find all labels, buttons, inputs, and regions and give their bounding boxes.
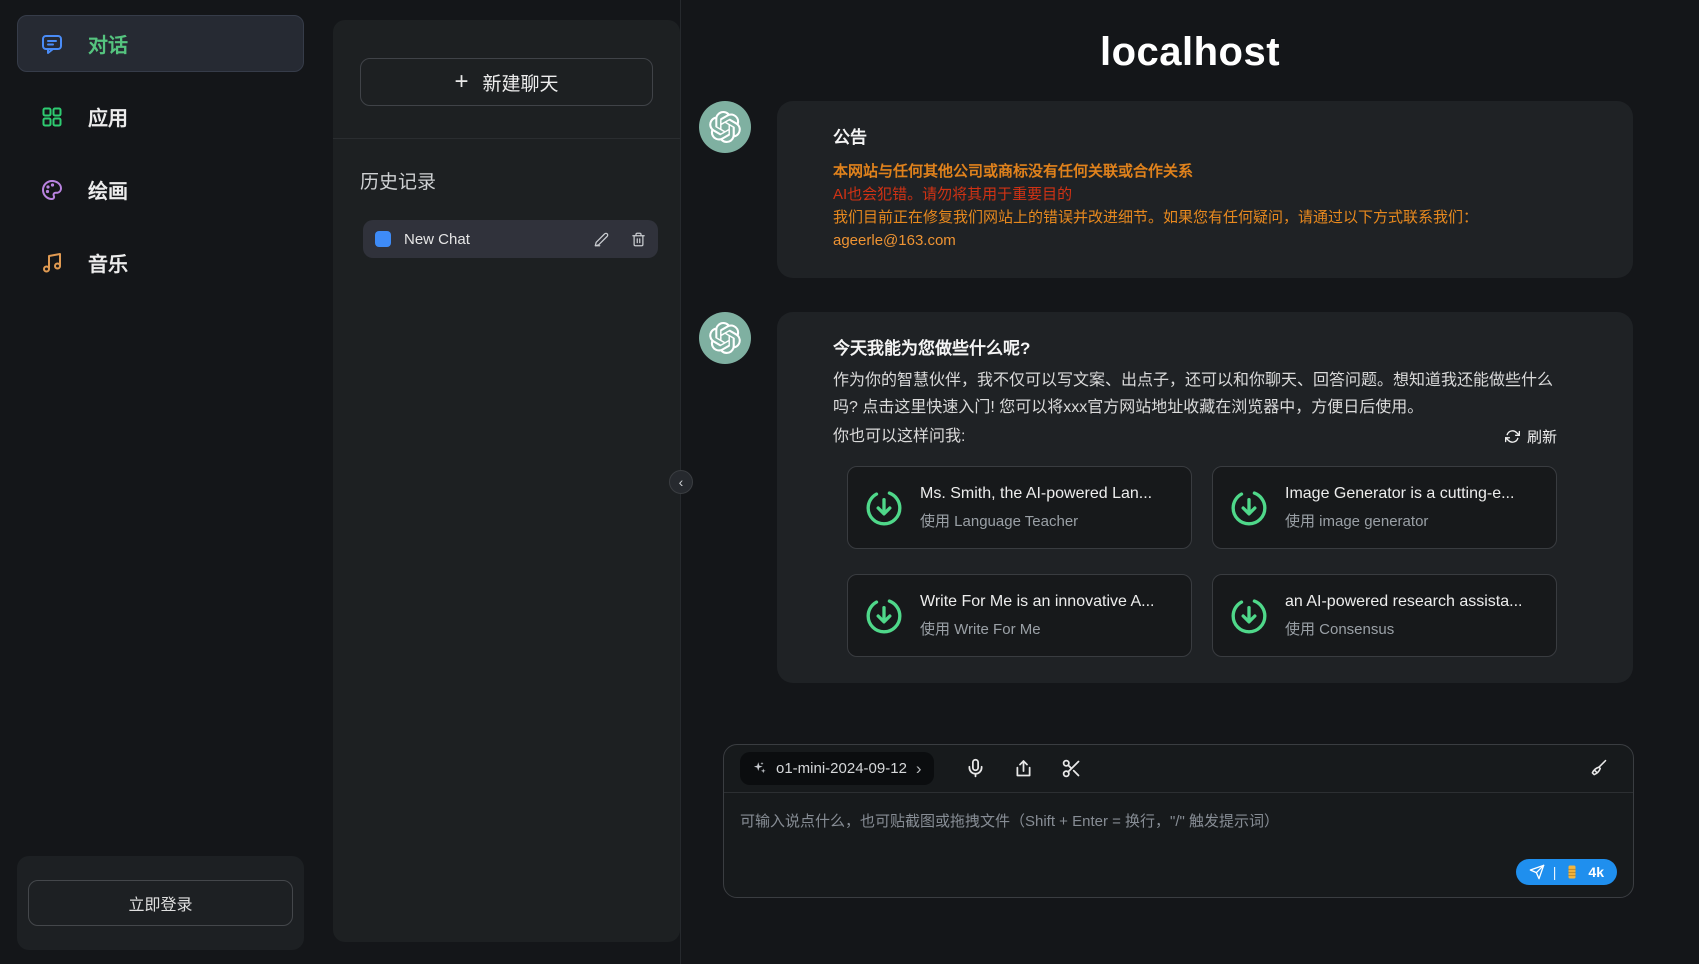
palette-icon: [40, 178, 64, 202]
composer: o1-mini-2024-09-12 ›: [723, 744, 1634, 898]
login-card: 立即登录: [17, 856, 304, 950]
announcement-title: 公告: [833, 123, 1557, 148]
refresh-icon: [1505, 429, 1520, 444]
message-welcome: 今天我能为您做些什么呢? 作为你的智慧伙伴，我不仅可以写文案、出点子，还可以和你…: [699, 312, 1633, 683]
clear-context-button[interactable]: [1588, 758, 1609, 779]
download-circle-icon: [1229, 488, 1269, 528]
sidebar-item-label: 应用: [88, 102, 128, 131]
sidebar-item-paint[interactable]: 绘画: [17, 161, 304, 218]
history-item-new-chat[interactable]: New Chat: [363, 220, 658, 258]
announcement-line: 本网站与任何其他公司或商标没有任何关联或合作关系: [833, 160, 1557, 183]
suggestion-text: an AI-powered research assista... 使用 Con…: [1285, 593, 1522, 639]
token-coin-icon: [1564, 864, 1580, 880]
composer-body: | 4k: [724, 793, 1633, 897]
trash-icon: [631, 232, 646, 247]
suggestion-text: Image Generator is a cutting-e... 使用 ima…: [1285, 485, 1514, 531]
download-circle-icon: [864, 488, 904, 528]
chat-list-panel: + 新建聊天 历史记录 New Chat: [320, 0, 680, 964]
suggestion-card[interactable]: Image Generator is a cutting-e... 使用 ima…: [1212, 466, 1557, 549]
welcome-body: 作为你的智慧伙伴，我不仅可以写文案、出点子，还可以和你聊天、回答问题。想知道我还…: [833, 367, 1557, 421]
token-count: 4k: [1588, 864, 1604, 880]
suggestion-grid: Ms. Smith, the AI-powered Lan... 使用 Lang…: [847, 466, 1557, 657]
suggestion-subtitle: 使用 Consensus: [1285, 618, 1522, 639]
login-button[interactable]: 立即登录: [28, 880, 293, 926]
suggestion-subtitle: 使用 Write For Me: [920, 618, 1154, 639]
main-area: ‹ localhost 公告 本网站与任何其他公司或商标没有任何关联或合作关系 …: [680, 0, 1699, 964]
send-plane-icon: [1529, 864, 1545, 880]
sidebar-item-label: 绘画: [88, 175, 128, 204]
chat-scroll-area: localhost 公告 本网站与任何其他公司或商标没有任何关联或合作关系 AI…: [681, 0, 1699, 744]
suggestion-title: Image Generator is a cutting-e...: [1285, 485, 1514, 503]
screenshot-button[interactable]: [1061, 758, 1082, 779]
pencil-icon: [594, 232, 609, 247]
download-circle-icon: [1229, 596, 1269, 636]
delete-chat-button[interactable]: [631, 232, 646, 247]
new-chat-button[interactable]: + 新建聊天: [360, 58, 653, 106]
history-item-title: New Chat: [404, 231, 572, 248]
chat-color-swatch: [375, 231, 391, 247]
voice-input-button[interactable]: [965, 758, 986, 779]
welcome-title: 今天我能为您做些什么呢?: [833, 334, 1557, 359]
model-selector[interactable]: o1-mini-2024-09-12 ›: [740, 752, 934, 785]
sidebar-item-apps[interactable]: 应用: [17, 88, 304, 145]
announcement-bubble: 公告 本网站与任何其他公司或商标没有任何关联或合作关系 AI也会犯错。请勿将其用…: [777, 101, 1633, 278]
suggestion-subtitle: 使用 Language Teacher: [920, 510, 1152, 531]
announcement-line: 我们目前正在修复我们网站上的错误并改进细节。如果您有任何疑问，请通过以下方式联系…: [833, 206, 1557, 229]
sidebar: 对话 应用 绘画 音乐: [0, 0, 320, 964]
refresh-suggestions-button[interactable]: 刷新: [1505, 426, 1557, 447]
announcement-line: AI也会犯错。请勿将其用于重要目的: [833, 183, 1557, 206]
new-chat-label: 新建聊天: [483, 69, 559, 96]
app-window: 对话 应用 绘画 音乐: [0, 0, 1699, 964]
welcome-bubble: 今天我能为您做些什么呢? 作为你的智慧伙伴，我不仅可以写文案、出点子，还可以和你…: [777, 312, 1633, 683]
refresh-label: 刷新: [1527, 426, 1557, 447]
assistant-avatar: [699, 101, 751, 153]
upload-icon: [1013, 758, 1034, 779]
suggestion-card[interactable]: Ms. Smith, the AI-powered Lan... 使用 Lang…: [847, 466, 1192, 549]
openai-logo-icon: [709, 111, 741, 143]
model-label: o1-mini-2024-09-12: [776, 760, 907, 777]
sidebar-item-music[interactable]: 音乐: [17, 234, 304, 291]
openai-logo-icon: [709, 322, 741, 354]
history-title: 历史记录: [360, 167, 653, 194]
hint-row: 你也可以这样问我: 刷新: [833, 423, 1557, 450]
suggestion-text: Write For Me is an innovative A... 使用 Wr…: [920, 593, 1154, 639]
sidebar-item-label: 对话: [88, 29, 128, 58]
message-input[interactable]: [724, 793, 1633, 897]
suggestion-text: Ms. Smith, the AI-powered Lan... 使用 Lang…: [920, 485, 1152, 531]
suggestion-card[interactable]: Write For Me is an innovative A... 使用 Wr…: [847, 574, 1192, 657]
music-note-icon: [40, 251, 64, 275]
suggestion-title: Ms. Smith, the AI-powered Lan...: [920, 485, 1152, 503]
suggestion-title: an AI-powered research assista...: [1285, 593, 1522, 611]
sidebar-item-chat[interactable]: 对话: [17, 15, 304, 72]
download-circle-icon: [864, 596, 904, 636]
sidebar-spacer: [17, 307, 304, 856]
list-divider: [333, 138, 680, 139]
suggestion-title: Write For Me is an innovative A...: [920, 593, 1154, 611]
badge-separator: |: [1553, 864, 1557, 880]
apps-grid-icon: [40, 105, 64, 129]
message-announcement: 公告 本网站与任何其他公司或商标没有任何关联或合作关系 AI也会犯错。请勿将其用…: [699, 101, 1633, 278]
collapse-sidebar-button[interactable]: ‹: [669, 470, 693, 494]
suggestion-subtitle: 使用 image generator: [1285, 510, 1514, 531]
chat-bubble-icon: [40, 32, 64, 56]
upload-file-button[interactable]: [1013, 758, 1034, 779]
scissors-icon: [1061, 758, 1082, 779]
composer-toolbar: o1-mini-2024-09-12 ›: [724, 745, 1633, 793]
announcement-contact-email: ageerle@163.com: [833, 229, 1557, 252]
chat-list-card: + 新建聊天 历史记录 New Chat: [333, 20, 680, 942]
chevron-left-icon: ‹: [679, 474, 684, 490]
rename-chat-button[interactable]: [594, 232, 609, 247]
send-token-badge[interactable]: | 4k: [1516, 859, 1617, 885]
sparkle-icon: [752, 761, 767, 776]
broom-icon: [1588, 758, 1609, 779]
page-title: localhost: [681, 30, 1699, 75]
suggestion-card[interactable]: an AI-powered research assista... 使用 Con…: [1212, 574, 1557, 657]
sidebar-item-label: 音乐: [88, 248, 128, 277]
ask-hint: 你也可以这样问我:: [833, 423, 965, 450]
plus-icon: +: [454, 70, 468, 94]
chevron-right-icon: ›: [916, 760, 922, 777]
microphone-icon: [965, 758, 986, 779]
assistant-avatar: [699, 312, 751, 364]
